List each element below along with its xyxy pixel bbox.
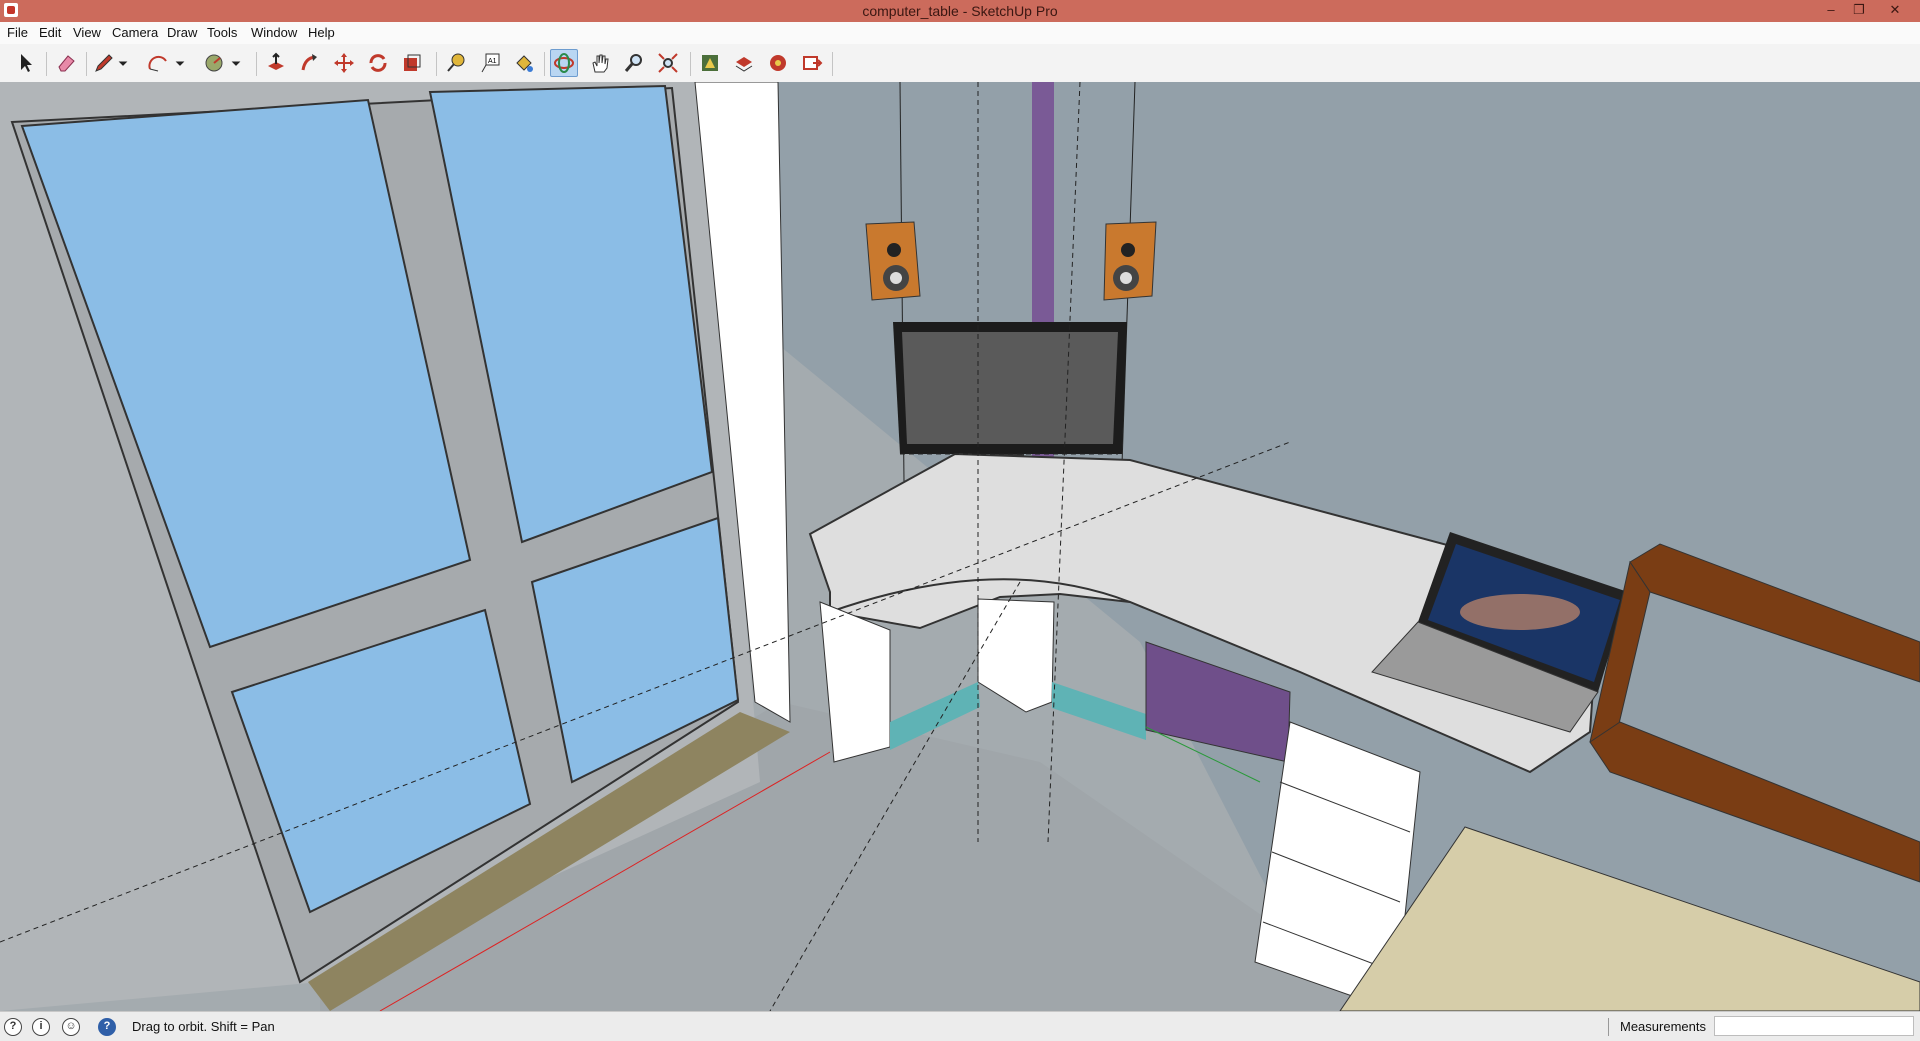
measurements-input[interactable]	[1714, 1016, 1914, 1036]
select-tool-icon[interactable]	[12, 49, 40, 77]
main-toolbar: A1	[0, 44, 1920, 83]
tape-measure-tool-icon[interactable]	[442, 49, 470, 77]
push-pull-tool-icon[interactable]	[262, 49, 290, 77]
menu-bar: File Edit View Camera Draw Tools Window …	[0, 22, 1920, 44]
send-to-layout-icon[interactable]	[798, 49, 826, 77]
menu-tools[interactable]: Tools	[207, 25, 237, 40]
text-tool-icon[interactable]: A1	[476, 49, 504, 77]
status-hint: Drag to orbit. Shift = Pan	[132, 1019, 275, 1034]
rotate-tool-icon[interactable]	[364, 49, 392, 77]
minimize-button[interactable]: ‒	[1818, 0, 1844, 20]
layout-icon[interactable]	[764, 49, 792, 77]
follow-me-tool-icon[interactable]	[296, 49, 324, 77]
shape-dropdown-chevron-down-icon[interactable]	[228, 49, 244, 77]
left-speaker	[865, 221, 921, 301]
arc-tool-icon[interactable]	[144, 49, 172, 77]
shape-tool-icon[interactable]	[200, 49, 228, 77]
menu-edit[interactable]: Edit	[39, 25, 61, 40]
arc-dropdown-chevron-down-icon[interactable]	[172, 49, 188, 77]
status-bar: ? i ☺ ? Drag to orbit. Shift = Pan Measu…	[0, 1011, 1920, 1041]
eraser-tool-icon[interactable]	[52, 49, 80, 77]
zoom-tool-icon[interactable]	[620, 49, 648, 77]
user-account-icon[interactable]: ☺	[62, 1018, 80, 1036]
paint-bucket-tool-icon[interactable]	[510, 49, 538, 77]
close-button[interactable]: ✕	[1882, 0, 1908, 20]
measurements-label: Measurements	[1620, 1019, 1706, 1034]
menu-camera[interactable]: Camera	[112, 25, 158, 40]
pencil-line-tool-icon[interactable]	[90, 49, 118, 77]
right-speaker	[1103, 221, 1157, 301]
geolocation-icon[interactable]: ?	[4, 1018, 22, 1036]
instructor-help-icon[interactable]: ?	[98, 1018, 116, 1036]
measurements-divider	[1608, 1018, 1609, 1036]
credits-icon[interactable]: i	[32, 1018, 50, 1036]
title-bar: computer_table - SketchUp Pro ‒ ❐ ✕	[0, 0, 1920, 22]
orbit-tool-icon[interactable]	[550, 49, 578, 77]
restore-button[interactable]: ❐	[1846, 0, 1872, 20]
line-dropdown-chevron-down-icon[interactable]	[115, 49, 131, 77]
menu-view[interactable]: View	[73, 25, 101, 40]
menu-draw[interactable]: Draw	[167, 25, 197, 40]
extension-warehouse-icon[interactable]	[730, 49, 758, 77]
3d-warehouse-icon[interactable]	[696, 49, 724, 77]
pan-tool-icon[interactable]	[586, 49, 614, 77]
menu-window[interactable]: Window	[251, 25, 297, 40]
zoom-extents-tool-icon[interactable]	[654, 49, 682, 77]
svg-text:A1: A1	[488, 58, 497, 65]
move-tool-icon[interactable]	[330, 49, 358, 77]
menu-file[interactable]: File	[7, 25, 28, 40]
model-scene	[0, 82, 1920, 1011]
model-viewport[interactable]	[0, 82, 1920, 1011]
scale-tool-icon[interactable]	[398, 49, 426, 77]
window-title: computer_table - SketchUp Pro	[862, 3, 1058, 19]
menu-help[interactable]: Help	[308, 25, 335, 40]
